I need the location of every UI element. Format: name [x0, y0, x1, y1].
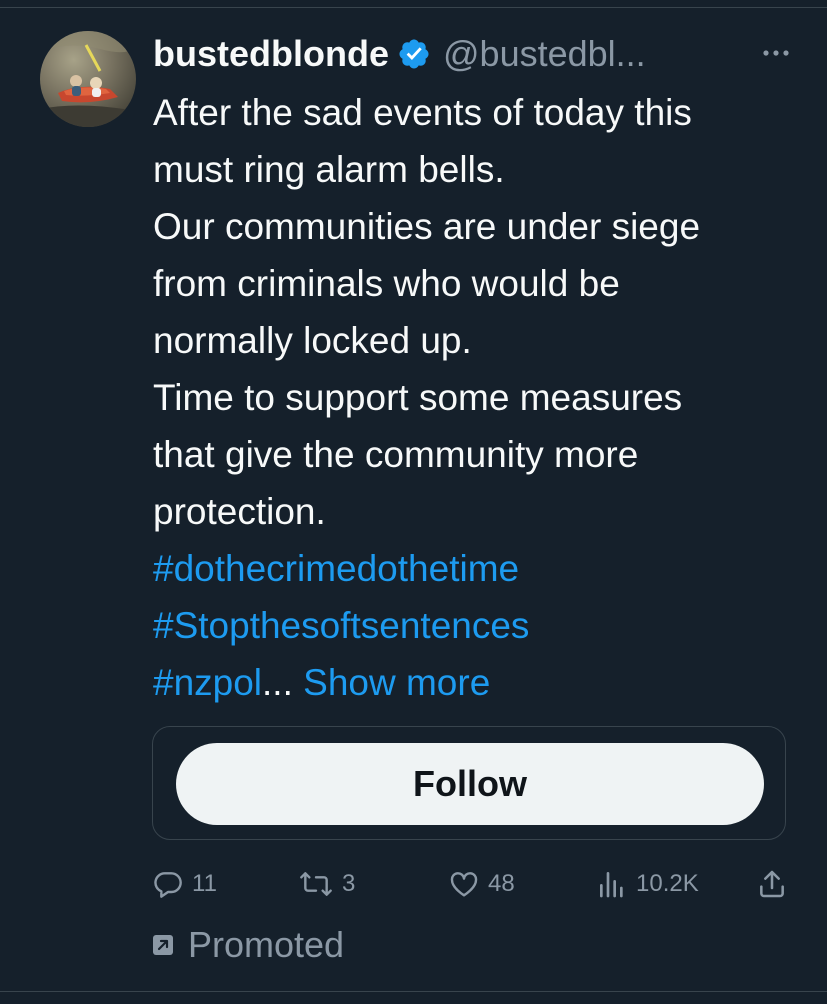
action-bar: 11 3 48 10.2K — [152, 862, 792, 906]
truncation-ellipsis: ... — [262, 662, 293, 703]
views-chart-icon — [600, 872, 623, 898]
tweet-text-line: Time to support some measures — [153, 377, 683, 418]
user-handle[interactable]: @bustedbl... — [443, 33, 646, 75]
heart-icon — [450, 872, 478, 897]
share-icon — [760, 870, 784, 898]
follow-button[interactable]: Follow — [176, 743, 764, 825]
tweet-header: bustedblonde @bustedbl... — [153, 26, 793, 82]
like-button[interactable]: 48 — [448, 862, 515, 906]
tweet-text-line: protection. — [153, 491, 326, 532]
tweet-text-line: normally locked up. — [153, 320, 472, 361]
promoted-arrow-icon — [153, 935, 173, 955]
hashtag-link[interactable]: #nzpol — [153, 662, 262, 703]
tweet-text: After the sad events of today this must … — [153, 84, 803, 711]
reply-count: 11 — [192, 870, 217, 897]
verified-badge-icon — [399, 39, 429, 69]
tweet-text-line: Our communities are under siege — [153, 206, 701, 247]
tweet-text-line: that give the community more — [153, 434, 639, 475]
tweet-text-line: must ring alarm bells. — [153, 149, 505, 190]
hashtag-link[interactable]: #Stopthesoftsentences — [153, 605, 529, 646]
share-button[interactable] — [756, 862, 788, 906]
reply-icon — [154, 872, 182, 898]
top-divider — [0, 7, 827, 8]
avatar[interactable] — [40, 31, 136, 127]
follow-card: Follow — [152, 726, 786, 840]
reply-button[interactable]: 11 — [152, 862, 217, 906]
retweet-button[interactable]: 3 — [298, 862, 355, 906]
views-count: 10.2K — [636, 870, 699, 897]
tweet-text-line: from criminals who would be — [153, 263, 620, 304]
display-name[interactable]: bustedblonde — [153, 33, 389, 75]
more-options-icon[interactable] — [756, 26, 796, 82]
show-more-link[interactable]: Show more — [303, 662, 490, 703]
retweet-icon — [300, 872, 332, 896]
promoted-label: Promoted — [188, 924, 345, 965]
promoted-label-row: Promoted — [152, 920, 344, 970]
avatar-photo-icon — [40, 31, 136, 127]
retweet-count: 3 — [342, 870, 356, 897]
hashtag-link[interactable]: #dothecrimedothetime — [153, 548, 519, 589]
tweet-text-line: After the sad events of today this — [153, 92, 692, 133]
views-button[interactable]: 10.2K — [596, 862, 699, 906]
bottom-divider — [0, 991, 827, 992]
like-count: 48 — [488, 870, 515, 897]
